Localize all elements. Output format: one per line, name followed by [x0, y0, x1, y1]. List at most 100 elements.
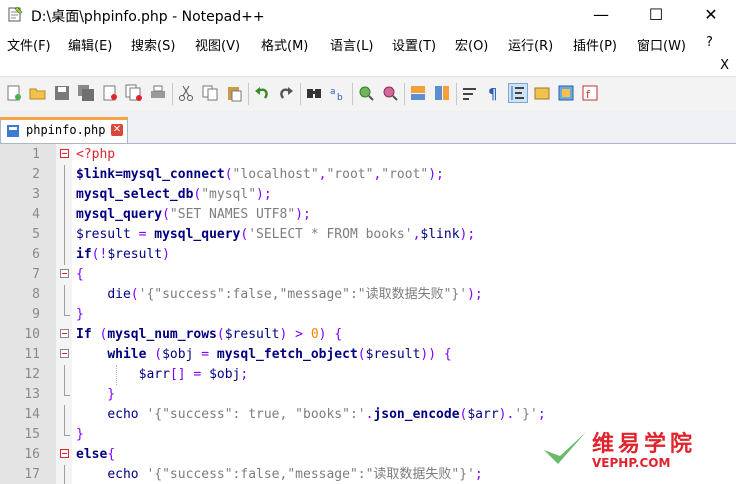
- line-number: 9: [32, 307, 40, 322]
- close-tab-button[interactable]: ✕: [111, 124, 123, 136]
- paste-icon[interactable]: [225, 84, 243, 102]
- watermark-sub: VEPHP.COM: [592, 456, 671, 470]
- line-number: 14: [24, 407, 40, 422]
- user-lang-icon[interactable]: [533, 84, 551, 102]
- code-text: }: [76, 427, 84, 442]
- menu-view[interactable]: 视图(V): [195, 35, 240, 54]
- code-line: 13 }: [0, 385, 736, 405]
- replace-icon[interactable]: ab: [329, 84, 347, 102]
- code-text: <?php: [76, 147, 116, 162]
- line-number: 3: [32, 187, 40, 202]
- code-line: 10 If (mysql_num_rows($result) > 0) {: [0, 325, 736, 345]
- menu-language[interactable]: 语言(L): [330, 35, 373, 54]
- toolbar-separator: [300, 83, 301, 105]
- menu-settings[interactable]: 设置(T): [392, 35, 436, 54]
- code-text: else{: [76, 447, 116, 462]
- check-logo-icon: [544, 432, 586, 464]
- sync-horizontal-icon[interactable]: [433, 84, 451, 102]
- code-line: 1 <?php: [0, 145, 736, 165]
- cut-icon[interactable]: [177, 84, 195, 102]
- fold-toggle[interactable]: [59, 325, 75, 345]
- code-text: die('{"success":false,"message":"读取数据失败"…: [107, 287, 483, 302]
- code-line: 12 $arr[] = $obj;: [0, 365, 736, 385]
- close-icon[interactable]: [101, 84, 119, 102]
- save-all-icon[interactable]: [77, 84, 95, 102]
- find-icon[interactable]: [305, 84, 323, 102]
- menu-file[interactable]: 文件(F): [7, 35, 51, 54]
- zoom-out-icon[interactable]: [381, 84, 399, 102]
- copy-icon[interactable]: [201, 84, 219, 102]
- menu-search[interactable]: 搜索(S): [131, 35, 175, 54]
- undo-icon[interactable]: [253, 84, 271, 102]
- code-text: {: [76, 267, 84, 282]
- code-text: if(!$result): [76, 247, 170, 262]
- function-list-icon[interactable]: f: [581, 84, 599, 102]
- minimize-button[interactable]: —: [578, 0, 624, 30]
- doc-map-icon[interactable]: [557, 84, 575, 102]
- open-file-icon[interactable]: [29, 84, 47, 102]
- code-line: 6 if(!$result): [0, 245, 736, 265]
- code-text: echo '{"success":false,"message":"读取数据失败…: [107, 467, 483, 482]
- code-line: 11 while ($obj = mysql_fetch_object($res…: [0, 345, 736, 365]
- save-icon[interactable]: [53, 84, 71, 102]
- toolbar-separator: [172, 83, 173, 105]
- sync-vertical-icon[interactable]: [409, 84, 427, 102]
- line-number: 5: [32, 227, 40, 242]
- fold-toggle[interactable]: [59, 265, 75, 285]
- fold-toggle[interactable]: [59, 445, 75, 465]
- menu-plugins[interactable]: 插件(P): [573, 35, 617, 54]
- maximize-button[interactable]: ☐: [633, 0, 679, 30]
- toolbar-separator: [456, 83, 457, 105]
- line-number: 13: [24, 387, 40, 402]
- code-text: $link=mysql_connect("localhost","root","…: [76, 167, 444, 182]
- code-line: 9 }: [0, 305, 736, 325]
- close-all-icon[interactable]: [125, 84, 143, 102]
- menu-help[interactable]: ?: [706, 35, 713, 50]
- line-number: 2: [32, 167, 40, 182]
- toolbar: ab ¶ f: [0, 76, 736, 112]
- line-number: 16: [24, 447, 40, 462]
- line-number: 7: [32, 267, 40, 282]
- word-wrap-icon[interactable]: [461, 84, 479, 102]
- line-number: 10: [24, 327, 40, 342]
- close-document-button[interactable]: X: [720, 58, 729, 73]
- document-tab-bar: phpinfo.php ✕: [0, 111, 736, 144]
- code-text: If (mysql_num_rows($result) > 0) {: [76, 327, 343, 342]
- menu-format[interactable]: 格式(M): [261, 35, 308, 54]
- menu-window[interactable]: 窗口(W): [637, 35, 686, 54]
- menu-bar: 文件(F) 编辑(E) 搜索(S) 视图(V) 格式(M) 语言(L) 设置(T…: [0, 31, 736, 55]
- indent-guide-icon[interactable]: [508, 83, 528, 103]
- menu-run[interactable]: 运行(R): [508, 35, 553, 54]
- tab-phpinfo[interactable]: phpinfo.php ✕: [0, 117, 128, 143]
- close-window-button[interactable]: ✕: [688, 0, 734, 30]
- line-number: 1: [32, 147, 40, 162]
- window-title: D:\桌面\phpinfo.php - Notepad++: [31, 9, 265, 25]
- watermark-logo: 维易学院 VEPHP.COM: [540, 424, 730, 476]
- line-number: 11: [24, 347, 40, 362]
- code-text: $result = mysql_query('SELECT * FROM boo…: [76, 227, 476, 242]
- line-number: 17: [24, 467, 40, 482]
- redo-icon[interactable]: [277, 84, 295, 102]
- code-line: 3 mysql_select_db("mysql");: [0, 185, 736, 205]
- fold-toggle[interactable]: [59, 345, 75, 365]
- line-number: 15: [24, 427, 40, 442]
- toolbar-separator: [352, 83, 353, 105]
- code-text: while ($obj = mysql_fetch_object($result…: [107, 347, 452, 362]
- line-number: 12: [24, 367, 40, 382]
- zoom-in-icon[interactable]: [357, 84, 375, 102]
- svg-text:a: a: [330, 87, 336, 97]
- tab-label: phpinfo.php: [26, 123, 106, 137]
- menu-edit[interactable]: 编辑(E): [68, 35, 112, 54]
- new-file-icon[interactable]: [5, 84, 23, 102]
- code-line: 14 echo '{"success": true, "books":'.jso…: [0, 405, 736, 425]
- code-text: echo '{"success": true, "books":'.json_e…: [107, 407, 546, 422]
- fold-toggle[interactable]: [59, 145, 75, 165]
- code-text: }: [76, 387, 116, 402]
- title-bar: D:\桌面\phpinfo.php - Notepad++ — ☐ ✕: [0, 0, 736, 30]
- code-line: 4 mysql_query("SET NAMES UTF8");: [0, 205, 736, 225]
- line-number: 8: [32, 287, 40, 302]
- print-icon[interactable]: [149, 84, 167, 102]
- line-number: 4: [32, 207, 40, 222]
- menu-macro[interactable]: 宏(O): [455, 35, 488, 54]
- show-all-chars-icon[interactable]: ¶: [485, 84, 503, 102]
